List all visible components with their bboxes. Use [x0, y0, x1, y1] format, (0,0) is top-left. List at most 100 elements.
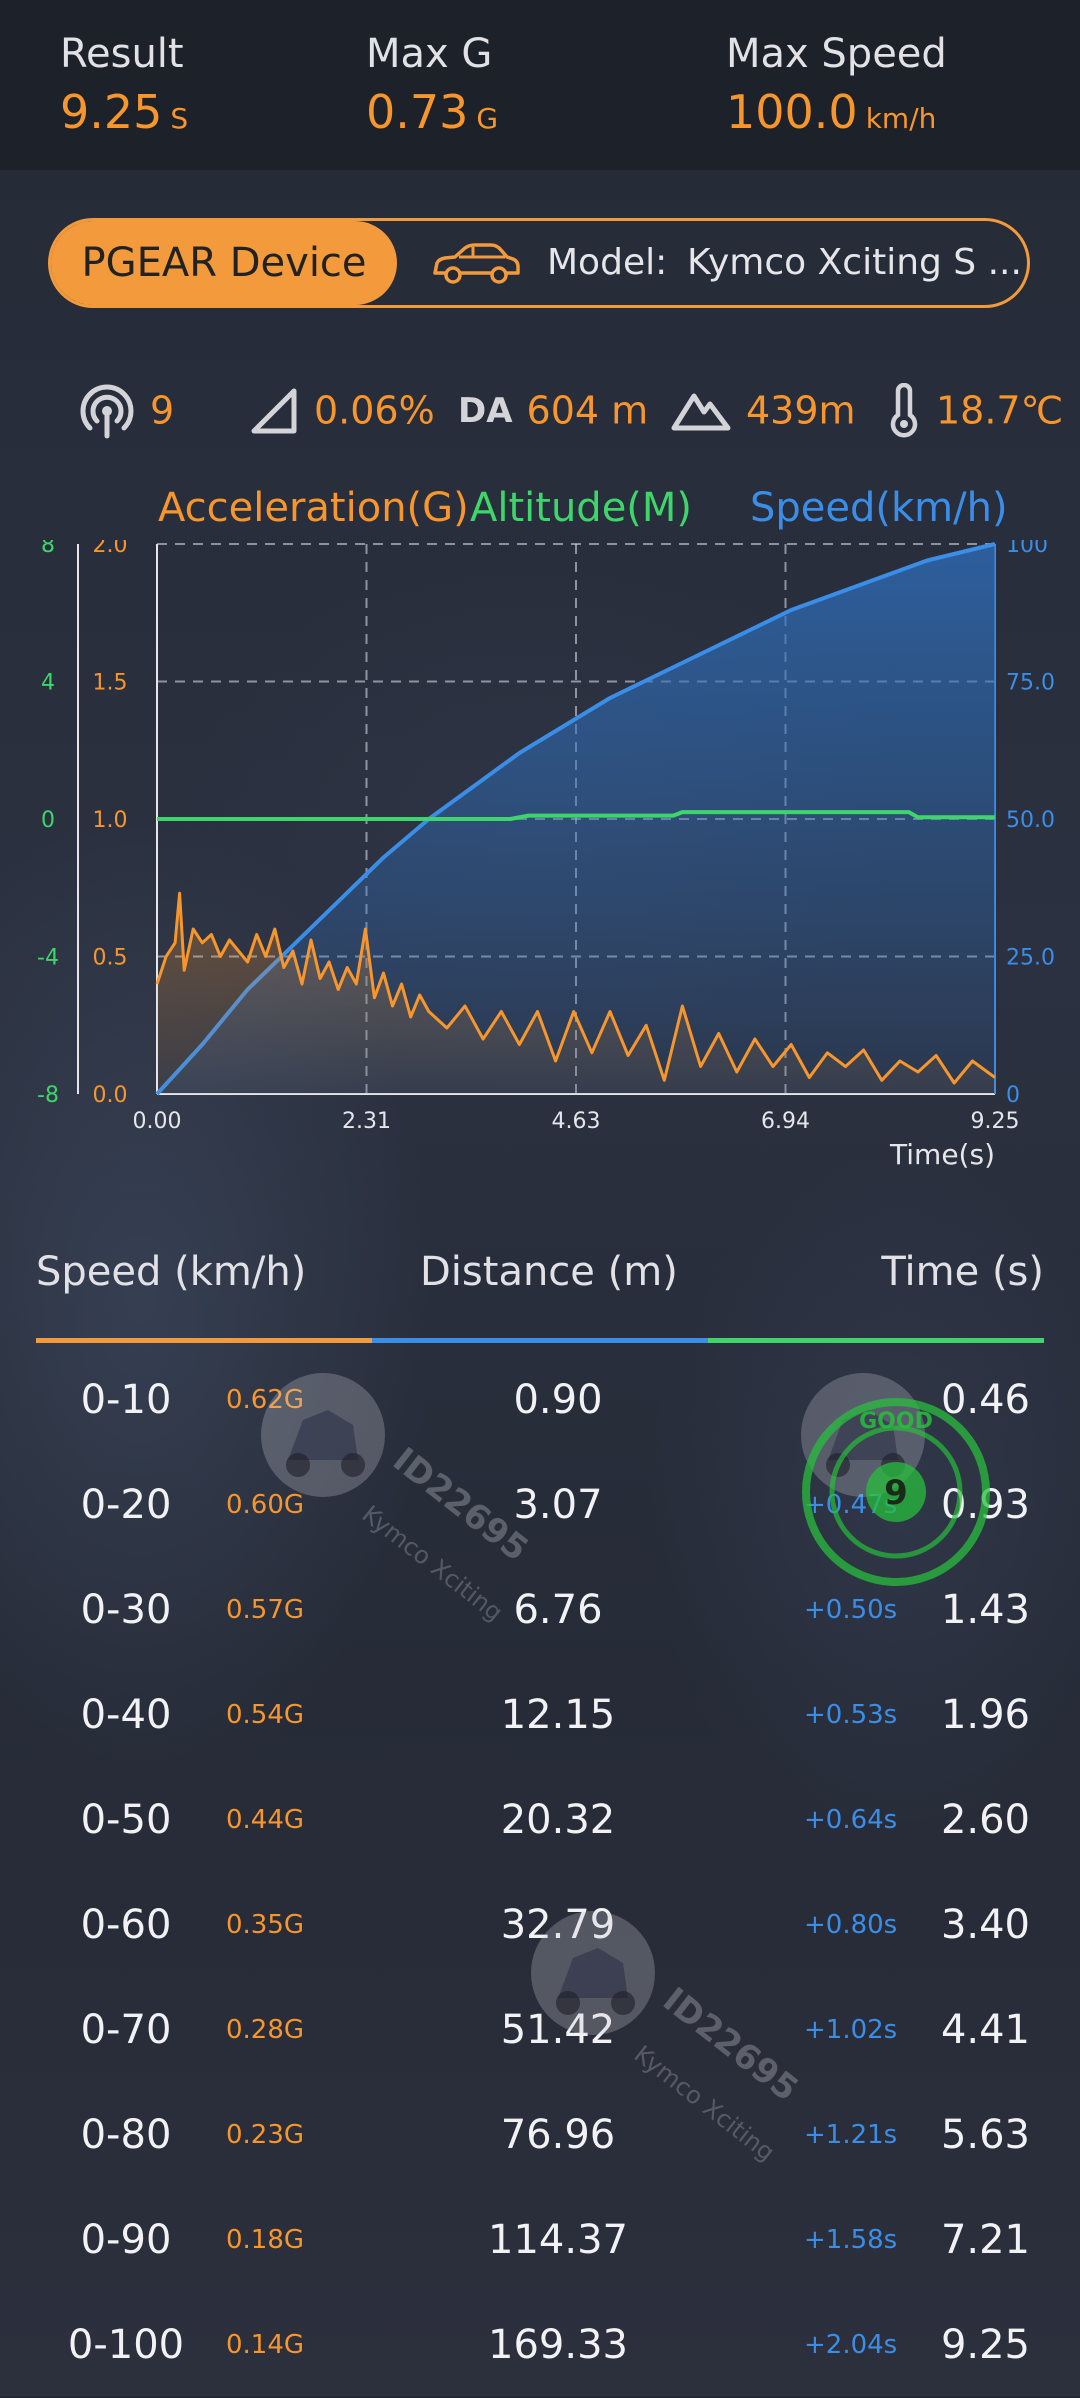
- altitude-indicator: 439m: [670, 370, 856, 450]
- slope-indicator: 0.06%: [248, 370, 435, 450]
- avg-g: 0.62G: [226, 1385, 305, 1415]
- x-tick-label: 0.00: [133, 1109, 182, 1134]
- distance-value: 6.76: [513, 1587, 603, 1633]
- avg-g: 0.60G: [226, 1490, 305, 1520]
- distance-value: 0.90: [513, 1377, 603, 1423]
- result-unit: S: [170, 102, 189, 135]
- speed-tick-label: 0: [1006, 1083, 1020, 1108]
- altitude-tick-label: 0: [41, 808, 55, 833]
- avg-g: 0.28G: [226, 2015, 305, 2045]
- altitude-value: 439m: [746, 388, 856, 433]
- mountain-icon: [671, 393, 731, 430]
- satellite-value: 9: [150, 388, 175, 433]
- acceleration-tick-label: 0.0: [93, 1083, 128, 1108]
- model-label: Model:: [547, 242, 668, 283]
- altitude-tick-label: -4: [37, 946, 59, 971]
- header-time: Time (s): [881, 1249, 1044, 1295]
- max-speed-unit: km/h: [865, 102, 937, 135]
- distance-value: 169.33: [488, 2322, 628, 2368]
- avg-g: 0.54G: [226, 1700, 305, 1730]
- result-label: Result: [60, 31, 184, 77]
- time-delta: +0.47s: [804, 1490, 898, 1520]
- time-delta: +1.02s: [804, 2015, 898, 2045]
- acceleration-tick-label: 1.5: [93, 671, 128, 696]
- avg-g: 0.14G: [226, 2330, 305, 2360]
- acceleration-tick-label: 0.5: [93, 946, 128, 971]
- table-row: 0-70 0.28G 51.42 +1.02s 4.41: [0, 1978, 1080, 2083]
- chart-canvas: 8 4 0 -4 -8 2.0 1.5 1.0 0.5 0.0 100 75.0 50.0 25.0 0 0.…: [37, 540, 1055, 1171]
- table-header: Speed (km/h) Distance (m) Time (s): [0, 1222, 1080, 1343]
- da-value: 604 m: [526, 388, 649, 433]
- time-value: 5.63: [940, 2112, 1030, 2158]
- time-delta: +0.53s: [804, 1700, 898, 1730]
- pgear-device-button[interactable]: PGEAR Device: [51, 221, 397, 305]
- time-delta: +1.58s: [804, 2225, 898, 2255]
- result-value: 9.25: [60, 85, 163, 139]
- time-value: 4.41: [940, 2007, 1030, 2053]
- speed-range: 0-90: [80, 2217, 172, 2263]
- time-value: 2.60: [940, 1797, 1030, 1843]
- table-row: 0-20 0.60G 3.07 +0.47s 0.93: [0, 1453, 1080, 1558]
- time-value: 0.93: [940, 1482, 1030, 1528]
- legend-altitude: Altitude(M): [470, 485, 693, 531]
- satellite-icon: [80, 384, 134, 438]
- da-label: DA: [458, 390, 513, 431]
- distance-value: 3.07: [513, 1482, 603, 1528]
- speed-tick-label: 50.0: [1006, 808, 1055, 833]
- max-g-unit: G: [476, 102, 499, 135]
- temperature-indicator: 18.7℃: [886, 370, 1063, 450]
- model-value: Kymco Xciting S ...: [687, 242, 1022, 283]
- header-bar-orange: [36, 1338, 372, 1343]
- time-delta: +0.80s: [804, 1910, 898, 1940]
- altitude-tick-label: 8: [41, 540, 55, 558]
- device-selector[interactable]: PGEAR Device Model: Kymco Xciting S ...: [48, 218, 1030, 308]
- legend-acceleration: Acceleration(G): [158, 485, 469, 531]
- avg-g: 0.35G: [226, 1910, 305, 1940]
- speed-tick-label: 25.0: [1006, 946, 1055, 971]
- time-value: 7.21: [940, 2217, 1030, 2263]
- distance-value: 12.15: [500, 1692, 616, 1738]
- altitude-tick-label: -8: [37, 1083, 59, 1108]
- distance-value: 20.32: [500, 1797, 616, 1843]
- time-value: 0.46: [940, 1377, 1030, 1423]
- speed-tick-label: 75.0: [1006, 671, 1055, 696]
- table-row: 0-80 0.23G 76.96 +1.21s 5.63: [0, 2083, 1080, 2188]
- satellite-count: 9: [78, 370, 174, 450]
- header-speed: Speed (km/h): [36, 1249, 307, 1295]
- distance-value: 114.37: [488, 2217, 628, 2263]
- avg-g: 0.57G: [226, 1595, 305, 1625]
- table-row: 0-60 0.35G 32.79 +0.80s 3.40: [0, 1873, 1080, 1978]
- avg-g: 0.18G: [226, 2225, 305, 2255]
- speed-range: 0-50: [80, 1797, 172, 1843]
- table-row: 0-50 0.44G 20.32 +0.64s 2.60: [0, 1768, 1080, 1873]
- table-row: 0-30 0.57G 6.76 +0.50s 1.43: [0, 1558, 1080, 1663]
- table-row: 0-10 0.62G 0.90 0.46: [0, 1348, 1080, 1453]
- x-axis-label: Time(s): [889, 1138, 995, 1171]
- chart-legend: Acceleration(G) Altitude(M) Speed(km/h): [0, 478, 1080, 538]
- avg-g: 0.44G: [226, 1805, 305, 1835]
- speed-range: 0-70: [80, 2007, 172, 2053]
- time-delta: +0.50s: [804, 1595, 898, 1625]
- legend-speed: Speed(km/h): [750, 485, 1008, 531]
- result-header: Result 9.25 S Max G 0.73 G Max Speed 100.0…: [0, 0, 1080, 170]
- results-table: 0-10 0.62G 0.90 0.46 0-20 0.60G 3.07 +0.…: [0, 0, 1080, 2368]
- slope-icon: [251, 388, 297, 433]
- max-g-value: 0.73: [366, 85, 469, 139]
- thermometer-icon: [890, 382, 918, 437]
- x-tick-label: 9.25: [971, 1109, 1020, 1134]
- x-tick-label: 6.94: [761, 1109, 810, 1134]
- result-stat: Result 9.25 S: [60, 30, 188, 151]
- header-bar-blue: [372, 1338, 708, 1343]
- slope-value: 0.06%: [314, 388, 435, 433]
- speed-range: 0-60: [80, 1902, 172, 1948]
- table-row: 0-100 0.14G 169.33 +2.04s 9.25: [0, 2293, 1080, 2398]
- time-delta: +1.21s: [804, 2120, 898, 2150]
- time-value: 9.25: [940, 2322, 1030, 2368]
- speed-range: 0-80: [80, 2112, 172, 2158]
- performance-chart: 8 4 0 -4 -8 2.0 1.5 1.0 0.5 0.0 100 75.0 50.0 25.0 0 0.…: [0, 540, 1080, 1180]
- acceleration-tick-label: 1.0: [93, 808, 128, 833]
- max-speed-label: Max Speed: [726, 31, 947, 77]
- time-value: 3.40: [940, 1902, 1030, 1948]
- time-delta: +2.04s: [804, 2330, 898, 2360]
- temperature-value: 18.7℃: [936, 388, 1064, 433]
